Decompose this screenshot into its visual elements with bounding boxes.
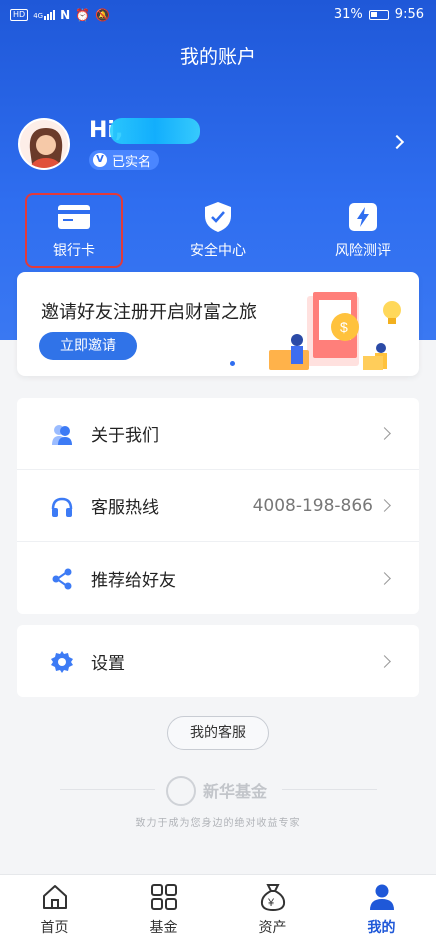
grid-icon: [148, 881, 180, 913]
masked-username: [110, 118, 200, 144]
security-center-button[interactable]: 安全中心: [158, 196, 278, 266]
menu-item-label: 客服热线: [91, 498, 159, 518]
svg-text:¥: ¥: [267, 897, 275, 909]
verified-label: 已实名: [112, 154, 152, 170]
svg-text:$: $: [340, 319, 348, 335]
avatar[interactable]: [18, 118, 70, 170]
brand-logo-icon: [166, 776, 196, 806]
tab-label: 基金: [149, 920, 178, 936]
brand-footer: 新华基金 致力于成为您身边的绝对收益专家: [0, 772, 436, 832]
risk-assessment-button[interactable]: 风险测评: [303, 196, 423, 266]
money-bag-icon: ¥: [257, 881, 289, 913]
people-icon: [49, 422, 75, 448]
risk-assessment-label: 风险测评: [335, 243, 391, 259]
menu-item-recommend[interactable]: 推荐给好友: [17, 542, 419, 614]
gear-icon: [49, 649, 75, 675]
menu-item-about-us[interactable]: 关于我们: [17, 398, 419, 470]
tab-label: 资产: [258, 920, 287, 936]
nfc-icon: N: [60, 8, 71, 22]
clock: 9:56: [394, 7, 424, 22]
lightning-icon: [345, 202, 381, 232]
menu-item-hotline[interactable]: 客服热线 4008-198-866: [17, 470, 419, 542]
brand-tagline: 致力于成为您身边的绝对收益专家: [135, 818, 301, 829]
settings-label: 设置: [91, 653, 125, 674]
invite-button[interactable]: 立即邀请: [39, 332, 137, 360]
home-icon: [39, 881, 71, 913]
bottom-tab-bar: 首页 基金 ¥ 资产 我的: [0, 874, 436, 945]
verified-icon: V: [93, 153, 107, 167]
tab-assets[interactable]: ¥ 资产: [218, 875, 327, 945]
user-icon: [366, 881, 398, 913]
share-icon: [49, 566, 75, 592]
chevron-right-icon: [378, 499, 391, 512]
chevron-right-icon: [378, 571, 391, 585]
tab-home[interactable]: 首页: [0, 875, 109, 945]
hotline-number[interactable]: 4008-198-866: [253, 496, 373, 516]
brand-name: 新华基金: [203, 782, 268, 801]
menu-item-settings[interactable]: 设置: [17, 625, 419, 697]
my-service-button[interactable]: 我的客服: [167, 716, 269, 750]
alarm-icon: ⏰: [75, 8, 91, 22]
headphones-icon: [49, 494, 75, 520]
status-bar: HD 4G N ⏰ 🔕 31% 9:56: [0, 0, 436, 30]
divider: [282, 789, 377, 790]
security-center-label: 安全中心: [190, 243, 246, 259]
carousel-indicator: [230, 361, 235, 366]
chevron-right-icon: [378, 654, 391, 668]
menu-card: 关于我们 客服热线 4008-198-866 推荐给好友: [17, 398, 419, 614]
selection-highlight: [25, 193, 123, 268]
battery-icon: [368, 9, 389, 20]
tab-label: 首页: [40, 920, 69, 936]
banner-text: 邀请好友注册开启财富之旅: [41, 302, 257, 323]
tab-mine[interactable]: 我的: [327, 875, 436, 945]
menu-item-label: 推荐给好友: [91, 570, 176, 591]
network-type: 4G: [33, 12, 44, 20]
divider: [60, 789, 155, 790]
banner-illustration-icon: $: [269, 292, 401, 370]
battery-percent: 31%: [333, 7, 363, 22]
page-title: 我的账户: [179, 46, 256, 68]
tab-label: 我的: [367, 920, 396, 936]
tab-funds[interactable]: 基金: [109, 875, 218, 945]
mute-icon: 🔕: [95, 8, 111, 22]
settings-card: 设置: [17, 625, 419, 697]
verified-badge: V 已实名: [89, 150, 160, 170]
signal-icon: 4G: [33, 10, 56, 20]
invite-banner[interactable]: 邀请好友注册开启财富之旅 立即邀请 $: [17, 272, 419, 376]
hd-indicator: HD: [10, 9, 29, 21]
chevron-right-icon: [378, 427, 391, 440]
menu-item-label: 关于我们: [91, 426, 159, 446]
shield-check-icon: [200, 202, 236, 232]
